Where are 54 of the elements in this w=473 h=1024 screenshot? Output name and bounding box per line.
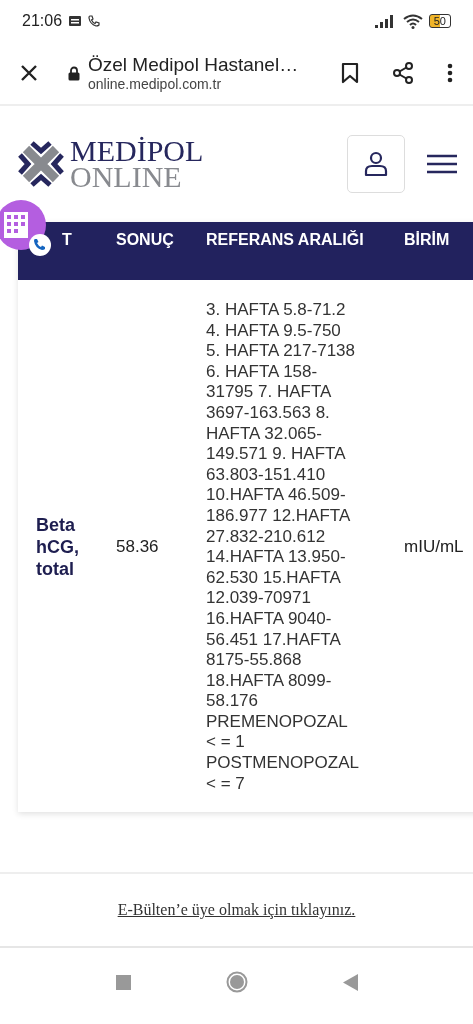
wifi-icon [402,13,423,29]
more-icon[interactable] [447,63,453,83]
newsletter-link[interactable]: E-Bülten’e üye olmak için tıklayınız. [117,901,356,920]
reference-range-line: 12.039-70971 [206,588,312,609]
reference-range-line: 18.HAFTA 8099- [206,670,333,692]
column-header: REFERANS ARALIĞI [206,230,365,250]
test-name: Beta hCG, total [35,514,80,581]
page-url: online.medipol.com.tr [88,76,223,92]
reference-range-line: 58.176 [206,691,259,712]
status-time: 21:06 [22,12,63,30]
reference-range-line: < = 1 [206,732,246,754]
reference-range-line: 3697-163.563 8. [206,402,331,424]
result-value: 58.36 [116,537,160,558]
phone-icon [88,15,101,27]
reference-range-line: 5. HAFTA 217-7138 [206,341,356,362]
notification-icon [68,15,83,27]
reference-range-line: 31795 7. HAFTA [206,382,333,403]
reference-range-line: 3. HAFTA 5.8-71.2 [206,300,347,321]
reference-range-line: 56.451 17.HAFTA [206,629,342,651]
logo-title: MEDİPOL [70,138,204,164]
column-header: T [61,230,73,250]
reference-range-line: 62.530 15.HAFTA [206,567,342,589]
reference-range-line: PREMENOPOZAL [206,711,349,733]
reference-range-line: 186.977 12.HAFTA [206,505,352,527]
floating-contact-button[interactable] [0,198,52,258]
reference-range-line: < = 7 [206,773,246,795]
close-icon[interactable] [20,64,38,82]
reference-range-line: 27.832-210.612 [206,526,327,548]
reference-range-line: 149.571 9. HAFTA [206,444,347,465]
home-icon[interactable] [225,971,248,994]
logo-subtitle: ONLINE [70,164,182,190]
reference-range-line: 4. HAFTA 9.5-750 [206,320,342,342]
reference-range-line: POSTMENOPOZAL [206,753,361,774]
lock-icon [68,65,80,81]
reference-range-line: 16.HAFTA 9040- [206,608,333,630]
reference-range-line: 63.803-151.410 [206,464,327,486]
column-header: BİRİM [404,230,451,250]
reference-range-line: 10.HAFTA 46.509- [206,485,347,506]
account-button[interactable] [347,135,405,193]
page-title: Özel Medipol Hastanel… [88,54,300,76]
menu-icon[interactable] [427,154,457,174]
reference-range-line: HAFTA 32.065- [206,423,323,445]
recents-icon[interactable] [115,974,131,990]
user-icon [364,151,388,177]
battery-indicator: 50 [428,14,451,28]
share-icon[interactable] [391,61,415,85]
reference-range-line: 8175-55.868 [206,650,303,671]
back-icon[interactable] [342,973,358,991]
reference-range-line: 14.HAFTA 13.950- [206,547,347,568]
reference-range-line: 6. HAFTA 158- [206,361,319,383]
bookmark-icon[interactable] [341,62,359,84]
logo-icon [18,141,64,187]
column-header: SONUÇ [116,230,175,250]
unit-value: mIU/mL [404,537,465,558]
